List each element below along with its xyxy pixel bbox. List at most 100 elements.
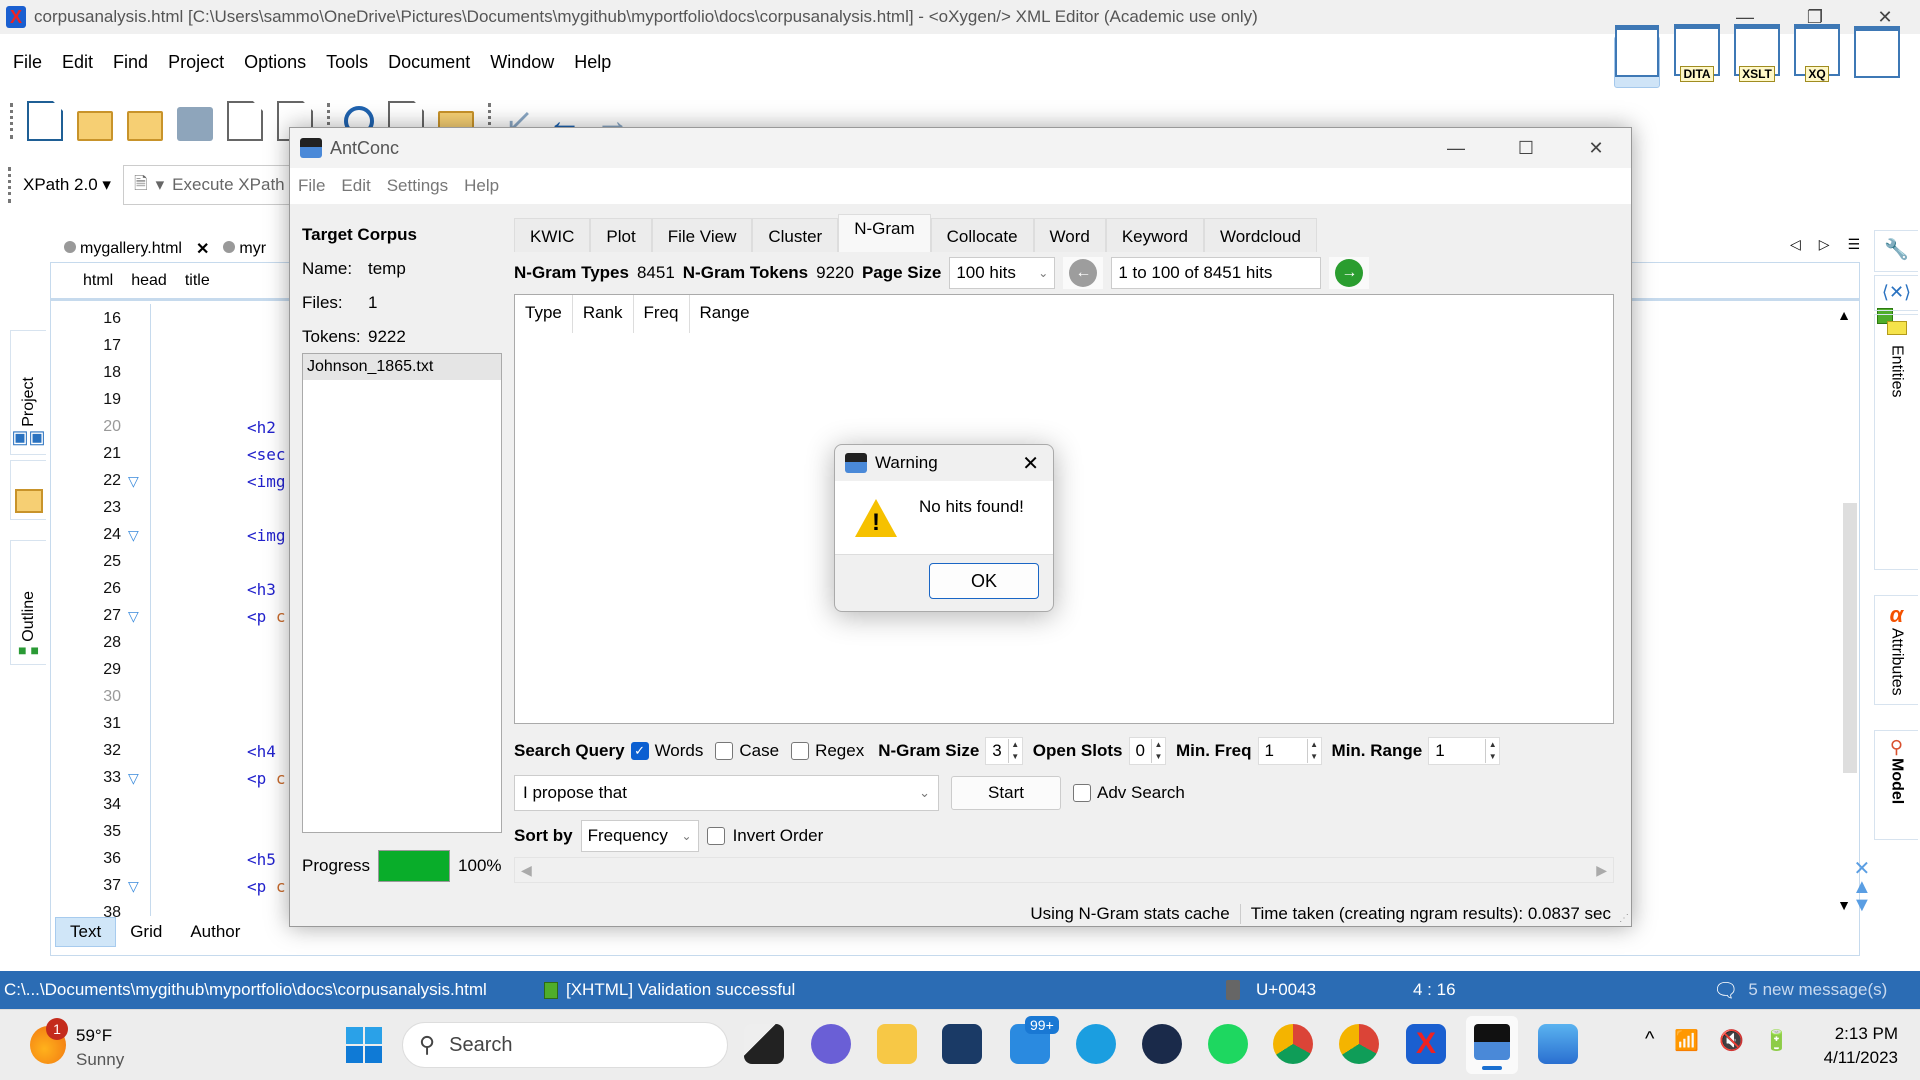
xslt-debugger-button[interactable]: XSLT: [1734, 24, 1780, 88]
outline-panel-tab[interactable]: Outline ■ ■: [10, 540, 46, 665]
breadcrumb-head[interactable]: head: [131, 272, 167, 290]
menu-edit[interactable]: Edit: [52, 52, 103, 73]
case-checkbox[interactable]: [715, 742, 734, 760]
antconc-minimize-button[interactable]: —: [1421, 128, 1491, 168]
wifi-icon[interactable]: 📶: [1674, 1028, 1699, 1053]
scroll-tabs-left-icon[interactable]: ◁: [1790, 236, 1801, 253]
ok-button[interactable]: OK: [929, 563, 1039, 599]
horizontal-scrollbar[interactable]: ◀ ▶: [514, 857, 1614, 883]
page-range-field[interactable]: 1 to 100 of 8451 hits: [1111, 257, 1322, 289]
regex-checkbox[interactable]: [791, 742, 810, 760]
xpath-scope-dropdown[interactable]: ▾: [156, 175, 165, 195]
tab-list-icon[interactable]: ☰: [1848, 236, 1861, 253]
editor-tab-second[interactable]: myr: [223, 240, 266, 258]
tab-file-view[interactable]: File View: [651, 218, 753, 252]
new-document-icon[interactable]: [27, 101, 63, 141]
adv-search-checkbox[interactable]: [1073, 784, 1091, 802]
attributes-panel-tab[interactable]: α Attributes: [1874, 595, 1918, 705]
scroll-left-icon[interactable]: ◀: [521, 862, 532, 879]
tab-word[interactable]: Word: [1033, 218, 1106, 252]
breadcrumb-html[interactable]: html: [83, 272, 113, 290]
chrome-profile-2-icon[interactable]: [1339, 1024, 1379, 1064]
tab-wordcloud[interactable]: Wordcloud: [1203, 218, 1317, 252]
page-size-dropdown[interactable]: 100 hits ⌄: [949, 257, 1056, 289]
clock[interactable]: 2:13 PM 4/11/2023: [1824, 1022, 1898, 1070]
scroll-tabs-right-icon[interactable]: ▷: [1819, 236, 1830, 253]
steam-icon[interactable]: [1142, 1024, 1182, 1064]
tab-n-gram[interactable]: N-Gram: [838, 214, 931, 252]
xpath-tab[interactable]: ⟨✕⟩: [1874, 275, 1918, 311]
spotify-icon[interactable]: [1208, 1024, 1248, 1064]
editor-tab-mygallery[interactable]: mygallery.html: [64, 240, 182, 258]
xpath-version-dropdown[interactable]: XPath 2.0 ▾: [23, 175, 111, 195]
open-url-icon[interactable]: [127, 111, 163, 141]
words-checkbox[interactable]: ✓: [630, 742, 649, 760]
scroll-up-icon[interactable]: ▲: [1837, 307, 1851, 323]
spinner-arrows-icon[interactable]: ▲ ▼: [1007, 739, 1022, 763]
scroll-down-icon[interactable]: ▼: [1837, 897, 1851, 913]
antconc-menu-help[interactable]: Help: [456, 176, 507, 196]
menu-find[interactable]: Find: [103, 52, 158, 73]
column-header-freq[interactable]: Freq: [634, 295, 690, 333]
antconc-close-button[interactable]: ✕: [1561, 128, 1631, 168]
antconc-taskbar-button[interactable]: [1466, 1016, 1518, 1074]
tab-cluster[interactable]: Cluster: [752, 218, 839, 252]
database-perspective-button[interactable]: [1854, 26, 1900, 88]
oxygen-taskbar-icon[interactable]: X: [1406, 1024, 1446, 1064]
sort-by-dropdown[interactable]: Frequency ⌄: [580, 820, 699, 852]
min-freq-spinner[interactable]: 1 ▲ ▼: [1257, 737, 1322, 765]
tab-keyword[interactable]: Keyword: [1105, 218, 1204, 252]
previous-page-button[interactable]: ←: [1063, 257, 1104, 289]
mode-tab-author[interactable]: Author: [176, 918, 254, 946]
antconc-menu-settings[interactable]: Settings: [379, 176, 456, 196]
save-to-url-icon[interactable]: [227, 101, 263, 141]
show-hidden-icons-chevron-icon[interactable]: ^: [1645, 1028, 1654, 1053]
spinner-arrows-icon[interactable]: ▲ ▼: [1306, 739, 1321, 763]
microsoft-store-icon[interactable]: [942, 1024, 982, 1064]
min-range-spinner[interactable]: 1 ▲ ▼: [1428, 737, 1501, 765]
tab-kwic[interactable]: KWIC: [514, 218, 591, 252]
open-file-tab[interactable]: [10, 460, 46, 520]
edge-icon[interactable]: [1076, 1024, 1116, 1064]
mode-tab-text[interactable]: Text: [55, 917, 117, 947]
menu-window[interactable]: Window: [480, 52, 564, 73]
antconc-menu-edit[interactable]: Edit: [333, 176, 378, 196]
resize-grip-icon[interactable]: ⋰: [1619, 913, 1629, 924]
menu-options[interactable]: Options: [234, 52, 316, 73]
photos-icon[interactable]: [1538, 1024, 1578, 1064]
menu-help[interactable]: Help: [564, 52, 621, 73]
breadcrumb-title[interactable]: title: [185, 272, 210, 290]
column-header-range[interactable]: Range: [690, 295, 760, 333]
tab-collocate[interactable]: Collocate: [930, 218, 1034, 252]
vertical-scrollbar[interactable]: [1843, 503, 1857, 773]
transform-tab[interactable]: 🔧: [1874, 230, 1918, 272]
xquery-debugger-button[interactable]: XQ: [1794, 24, 1840, 88]
menu-tools[interactable]: Tools: [316, 52, 378, 73]
antconc-maximize-button[interactable]: ☐: [1491, 128, 1561, 168]
corpus-file-item[interactable]: Johnson_1865.txt: [303, 354, 501, 380]
spinner-arrows-icon[interactable]: ▲ ▼: [1485, 739, 1499, 763]
chrome-profile-1-icon[interactable]: [1273, 1024, 1313, 1064]
open-folder-icon[interactable]: [77, 111, 113, 141]
project-panel-tab[interactable]: Project ▣▣: [10, 330, 46, 455]
file-explorer-icon[interactable]: [877, 1024, 917, 1064]
chevron-down-icon[interactable]: ⌄: [919, 785, 930, 801]
start-button[interactable]: Start: [951, 776, 1061, 810]
menu-file[interactable]: File: [0, 52, 52, 73]
task-view-icon[interactable]: [744, 1024, 784, 1064]
dita-perspective-button[interactable]: DITA: [1674, 24, 1720, 88]
close-tab-icon[interactable]: ✕: [196, 239, 209, 259]
search-query-input[interactable]: I propose that ⌄: [514, 775, 939, 811]
antconc-menu-file[interactable]: File: [290, 176, 333, 196]
invert-order-checkbox[interactable]: [706, 827, 725, 845]
model-panel-tab[interactable]: ⚲ Model: [1874, 730, 1918, 840]
taskbar-search-box[interactable]: ⚲ Search: [402, 1022, 728, 1068]
next-page-button[interactable]: →: [1329, 257, 1370, 289]
teams-icon[interactable]: [811, 1024, 851, 1064]
entities-panel-tab[interactable]: Entities: [1874, 314, 1918, 570]
mode-tab-grid[interactable]: Grid: [116, 918, 176, 946]
spinner-arrows-icon[interactable]: ▲ ▼: [1150, 739, 1165, 763]
weather-widget[interactable]: 59°F Sunny: [76, 1024, 124, 1072]
find-next-icon[interactable]: ▼: [1852, 895, 1872, 915]
status-messages[interactable]: 5 new message(s): [1748, 980, 1887, 1000]
